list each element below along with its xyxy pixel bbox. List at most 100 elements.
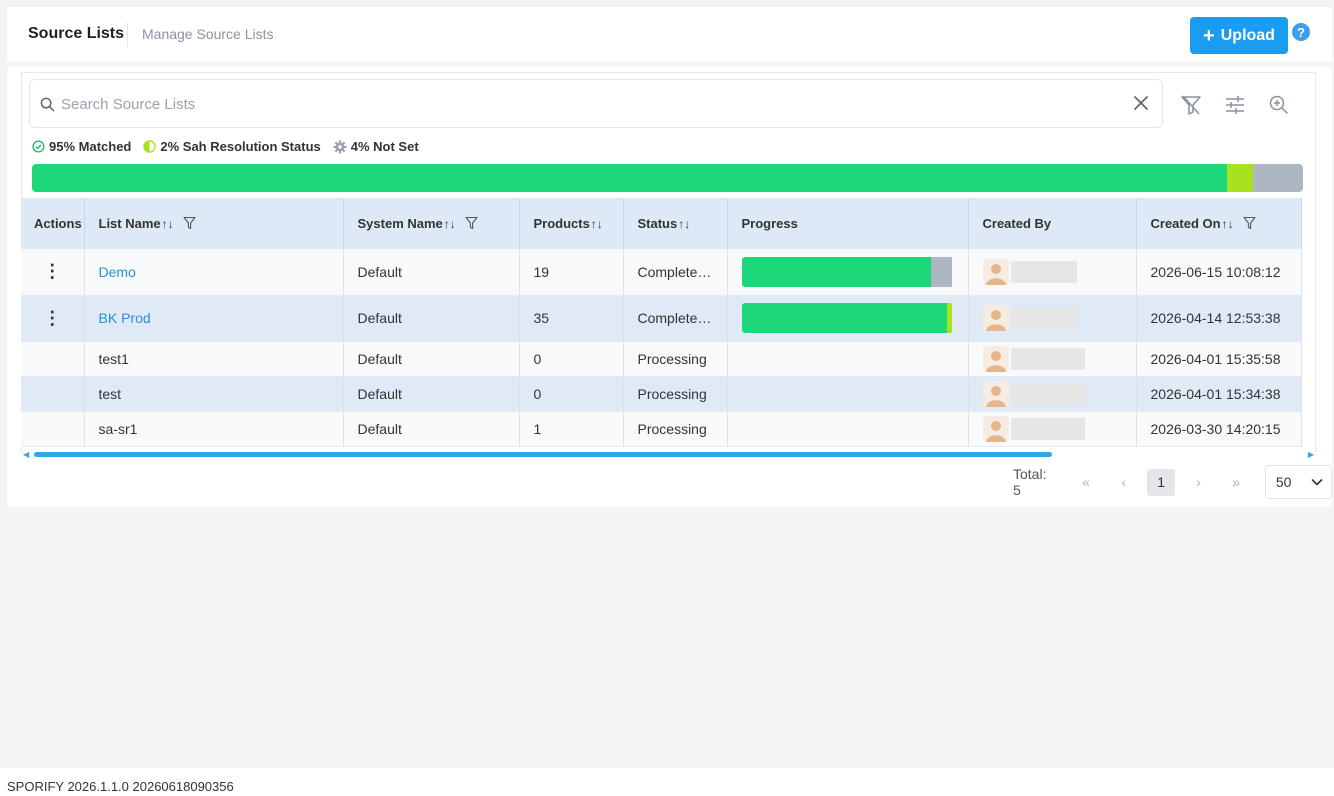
system-name-cell: Default xyxy=(343,295,520,342)
scrollbar-thumb[interactable] xyxy=(34,452,1052,457)
column-header-progress: Progress xyxy=(727,198,969,249)
progress-segment-resolution xyxy=(947,303,953,333)
column-header-actions: Actions xyxy=(21,198,85,249)
row-progress-bar xyxy=(741,303,953,333)
table-row[interactable]: test1 Default 0 Processing 2026-04-01 15… xyxy=(21,341,1302,377)
filter-icon[interactable] xyxy=(183,216,196,230)
horizontal-scrollbar[interactable]: ◀ ▶ xyxy=(21,450,1316,459)
page-size-select[interactable]: 50 xyxy=(1264,465,1332,499)
legend-matched[interactable]: 95% Matched xyxy=(32,139,131,154)
actions-cell xyxy=(21,341,85,377)
zoom-in-icon[interactable] xyxy=(1268,94,1290,116)
column-header-products[interactable]: Products↑↓ xyxy=(519,198,624,249)
column-header-status[interactable]: Status↑↓ xyxy=(623,198,728,249)
status-cell: Complete… xyxy=(623,295,728,342)
sort-icon[interactable]: ↑↓ xyxy=(162,217,174,231)
sort-icon[interactable]: ↑↓ xyxy=(591,217,603,231)
scroll-right-icon[interactable]: ▶ xyxy=(1308,450,1314,459)
user-avatar-icon xyxy=(982,415,1009,442)
upload-button[interactable]: + Upload xyxy=(1190,17,1288,54)
created-by-cell xyxy=(968,376,1137,412)
status-header-label: Status xyxy=(637,216,678,231)
page-subtitle[interactable]: Manage Source Lists xyxy=(142,26,274,42)
list-name-header-label: List Name xyxy=(98,216,161,231)
chevron-down-icon xyxy=(1311,478,1323,486)
system-name-cell: Default xyxy=(343,341,520,377)
source-lists-table-wrap: Actions List Name↑↓ System Name↑↓ Produc… xyxy=(21,198,1316,447)
created-by-cell xyxy=(968,411,1137,447)
created-on-cell: 2026-04-01 15:34:38 xyxy=(1136,376,1302,412)
summary-bar-resolution xyxy=(1227,164,1253,192)
actions-cell xyxy=(21,376,85,412)
check-circle-icon xyxy=(32,140,45,153)
filter-icon[interactable] xyxy=(1243,216,1256,230)
redacted-user-name xyxy=(1010,347,1085,370)
sort-icon[interactable]: ↑↓ xyxy=(444,217,456,231)
sort-icon[interactable]: ↑↓ xyxy=(678,217,690,231)
source-lists-panel: 95% Matched 2% Sah Resolution Status xyxy=(7,66,1332,507)
redacted-user-name xyxy=(1010,260,1077,283)
progress-cell xyxy=(727,341,969,377)
legend-resolution[interactable]: 2% Sah Resolution Status xyxy=(143,139,321,154)
progress-cell xyxy=(727,411,969,447)
filter-off-icon[interactable] xyxy=(1180,94,1202,116)
version-footer: SPORIFY 2026.1.1.0 20260618090356 xyxy=(7,779,234,794)
search-icon xyxy=(40,97,55,112)
column-header-created-by: Created By xyxy=(968,198,1137,249)
status-cell: Processing xyxy=(623,376,728,412)
products-cell: 0 xyxy=(519,376,624,412)
table-row[interactable]: test Default 0 Processing 2026-04-01 15:… xyxy=(21,376,1302,412)
user-avatar-icon xyxy=(982,305,1009,331)
system-name-cell: Default xyxy=(343,249,520,296)
progress-segment-matched xyxy=(741,303,948,333)
system-name-cell: Default xyxy=(343,376,520,412)
status-legend: 95% Matched 2% Sah Resolution Status 4% … xyxy=(32,139,419,154)
redacted-user-name xyxy=(1010,382,1085,405)
products-cell: 1 xyxy=(519,411,624,447)
prev-page-button[interactable]: ‹ xyxy=(1110,474,1138,490)
more-vertical-icon[interactable]: ⋮ xyxy=(21,295,85,342)
system-name-cell: Default xyxy=(343,411,520,447)
filter-icon[interactable] xyxy=(465,216,478,230)
help-icon[interactable]: ? xyxy=(1292,23,1310,41)
table-header-row: Actions List Name↑↓ System Name↑↓ Produc… xyxy=(21,198,1302,249)
search-input[interactable] xyxy=(61,88,1121,120)
first-page-button[interactable]: « xyxy=(1072,474,1100,490)
page-size-value: 50 xyxy=(1275,474,1292,490)
more-vertical-icon[interactable]: ⋮ xyxy=(21,249,85,296)
summary-bar-matched xyxy=(32,164,1228,192)
next-page-button[interactable]: › xyxy=(1185,474,1213,490)
table-row[interactable]: sa-sr1 Default 1 Processing 2026-03-30 1… xyxy=(21,411,1302,447)
column-header-created-on[interactable]: Created On↑↓ xyxy=(1136,198,1302,249)
legend-not-set-label: 4% Not Set xyxy=(350,139,419,154)
created-by-cell xyxy=(968,341,1137,377)
list-name-link[interactable]: BK Prod xyxy=(84,295,344,342)
sort-icon[interactable]: ↑↓ xyxy=(1222,217,1234,231)
actions-cell xyxy=(21,411,85,447)
user-avatar-icon xyxy=(982,380,1009,407)
table-row[interactable]: ⋮ BK Prod Default 35 Complete… 2026-04-1… xyxy=(21,295,1302,342)
upload-label: Upload xyxy=(1220,26,1275,44)
close-icon[interactable] xyxy=(1132,94,1150,112)
list-name-cell: test xyxy=(84,376,344,412)
last-page-button[interactable]: » xyxy=(1222,474,1250,490)
title-divider xyxy=(127,23,128,47)
column-header-list-name[interactable]: List Name↑↓ xyxy=(84,198,344,249)
table-row[interactable]: ⋮ Demo Default 19 Complete… 2026-06-15 1… xyxy=(21,249,1302,296)
created-on-cell: 2026-03-30 14:20:15 xyxy=(1136,411,1302,447)
redacted-user-name xyxy=(1010,307,1077,329)
legend-not-set[interactable]: 4% Not Set xyxy=(333,139,419,154)
progress-cell xyxy=(727,295,969,342)
progress-segment-matched xyxy=(741,256,932,287)
legend-matched-label: 95% Matched xyxy=(49,139,132,154)
list-name-link[interactable]: Demo xyxy=(84,249,344,296)
redacted-user-name xyxy=(1010,417,1085,440)
column-header-system-name[interactable]: System Name↑↓ xyxy=(343,198,520,249)
products-cell: 35 xyxy=(519,295,624,342)
status-summary-bar xyxy=(32,164,1303,192)
scroll-left-icon[interactable]: ◀ xyxy=(23,450,29,459)
gear-icon xyxy=(333,140,347,153)
current-page-button[interactable]: 1 xyxy=(1147,468,1175,496)
sliders-icon[interactable] xyxy=(1224,94,1246,116)
list-name-cell: sa-sr1 xyxy=(84,411,344,447)
